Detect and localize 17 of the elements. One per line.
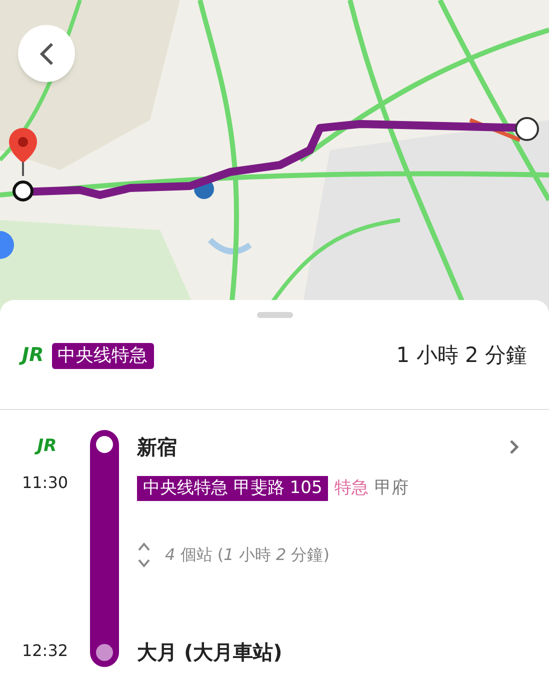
station-name: 大月 (大月車站) (137, 639, 284, 666)
stops-toggle[interactable]: 4 個站 (1 小時 2 分鐘) (137, 542, 519, 568)
train-type: 特急 (334, 477, 368, 500)
operator-logo: JR (37, 438, 57, 455)
origin-stop-marker (96, 436, 113, 453)
departure-time: 11:30 (22, 472, 68, 494)
drag-handle[interactable] (256, 312, 292, 318)
train-badge: 中央线特急 甲斐路 105 (137, 476, 328, 502)
station-name[interactable]: 新宿 (137, 432, 177, 462)
map-pin-icon (8, 128, 38, 176)
destination-stop-marker (96, 644, 113, 661)
arrival-time: 12:32 (22, 640, 68, 662)
back-icon (40, 42, 54, 66)
duration-text: 1 小時 2 分鐘 (396, 342, 527, 369)
line-badge: 中央线特急 (52, 342, 154, 368)
train-destination: 甲府 (374, 477, 408, 500)
chevron-right-icon[interactable] (509, 439, 519, 455)
